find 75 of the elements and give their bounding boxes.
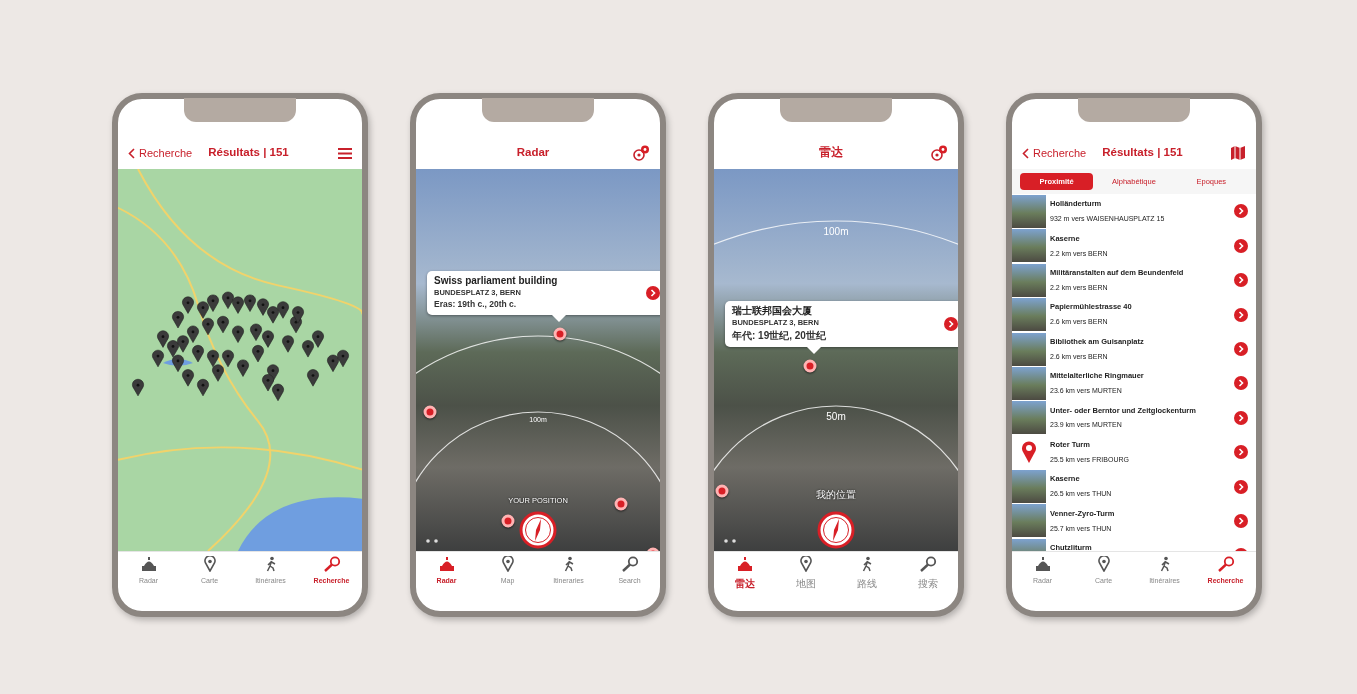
place-title: 瑞士联邦国会大厦 [732,305,813,317]
chevron-button[interactable] [1234,307,1248,322]
photo-placeholder [1012,332,1046,366]
chevron-icon [1238,448,1244,457]
walking-person-icon [562,556,575,572]
photo-placeholder [1012,229,1046,263]
photo-placeholder [1012,401,1046,435]
screen-title: Radar [515,145,551,161]
location-badge-icon[interactable] [930,145,948,161]
chevron-button[interactable] [1234,238,1248,253]
chevron-button[interactable] [1234,273,1248,288]
back-chevron-icon [1022,147,1029,159]
place-eras: 年代: 19世纪, 20世纪 [732,328,827,343]
search-icon [1216,556,1235,572]
screen-title: Résultats | 151 [208,145,289,161]
search-icon [918,556,937,572]
tab-bar-item[interactable]: 地图 [775,552,836,597]
chevron-icon [1238,207,1244,216]
chevron-icon [1238,482,1244,491]
chevron-icon [650,288,656,297]
chevron-button[interactable] [646,285,660,300]
dome-icon [735,556,754,572]
walking-person-icon [1158,556,1171,572]
chevron-icon [1238,516,1244,525]
chevron-icon [1238,413,1244,422]
photo-placeholder [1012,263,1046,297]
folded-map-icon[interactable] [1230,146,1246,160]
back-link[interactable]: Recherche [128,144,193,162]
pin-icon [799,556,812,572]
chevron-button[interactable] [944,316,958,331]
tab-bar-item[interactable]: 搜索 [897,552,958,597]
screen-title: 雷达 [818,145,844,161]
tab-bar-item[interactable]: 雷达 [714,552,775,597]
location-badge-icon[interactable] [632,145,650,161]
map-pin-icon [1021,440,1037,465]
chevron-button[interactable] [1234,204,1248,219]
chevron-button[interactable] [1234,479,1248,494]
search-icon [322,556,341,572]
screen-title: Résultats | 151 [1102,145,1183,161]
pin-icon [203,556,216,572]
dome-icon [437,556,456,572]
walking-person-icon [264,556,277,572]
distance-label: 100m [823,225,849,239]
photo-placeholder [1012,470,1046,504]
chevron-icon [1238,379,1244,388]
pin-icon [501,556,514,572]
compass-icon[interactable] [519,511,557,549]
chevron-button[interactable] [1234,410,1248,425]
position-label: 我的位置 [816,488,856,502]
dome-icon [1033,556,1052,572]
walking-person-icon [860,556,873,572]
chevron-icon [1238,345,1244,353]
map-drawing[interactable] [118,169,362,551]
tab-bar-item[interactable]: 路线 [836,552,897,597]
compass-icon[interactable] [817,511,855,549]
search-icon [620,556,639,572]
distance-label: 50m [826,410,846,424]
chevron-icon [1238,310,1244,319]
chevron-icon [1238,276,1244,285]
chevron-button[interactable] [1234,376,1248,391]
photo-placeholder [1012,194,1046,228]
chevron-button[interactable] [1234,445,1248,460]
back-link[interactable]: Recherche [1022,144,1087,162]
chevron-icon [948,319,954,328]
chevron-icon [1238,241,1244,250]
photo-placeholder [1012,298,1046,332]
place-title: Swiss parliament building [434,275,559,287]
place-eras: Eras: 19th c., 20th c. [434,297,518,311]
photo-placeholder [1012,366,1046,400]
pin-icon [1097,556,1110,572]
back-chevron-icon [128,147,135,159]
dome-icon [139,556,158,572]
list-icon[interactable] [338,147,352,159]
chevron-button[interactable] [1234,342,1248,356]
chevron-button[interactable] [1234,513,1248,528]
